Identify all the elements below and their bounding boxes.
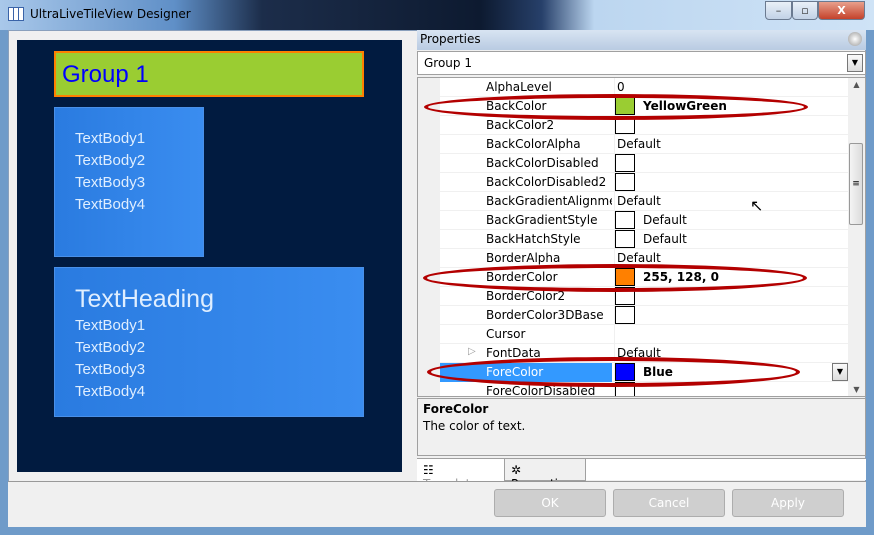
tile-text: TextBody2 [75,339,146,356]
scroll-down-icon[interactable]: ▼ [848,385,865,394]
tile-text: TextBody1 [75,130,146,147]
expand-arrow-icon[interactable]: ▷ [468,346,476,357]
property-name: Cursor [486,327,526,341]
group-header[interactable]: Group 1 [54,51,364,97]
row-gutter [418,135,440,154]
property-name: BackGradientAlignment [486,194,612,208]
property-name: BackGradientStyle [486,213,598,227]
property-grid-scrollbar[interactable]: ▲ ▼ [848,78,865,396]
tab-templates[interactable]: ☷ Templates [417,459,504,491]
property-value-text: Default [617,137,661,151]
forecolor-dropdown-button[interactable]: ▼ [832,363,848,381]
property-value[interactable]: Default [614,135,848,154]
properties-header: Properties [417,30,866,50]
highlight-oval [427,357,800,387]
row-gutter [418,173,440,192]
property-row[interactable]: BackColorDisabled2 [418,173,848,192]
property-name: BackColorDisabled2 [486,175,607,189]
mouse-cursor-icon: ↖ [750,196,764,215]
pin-icon[interactable] [848,32,862,46]
property-value-text: 0 [617,80,625,94]
property-value[interactable]: Default [614,211,848,230]
description-title: ForeColor [423,402,489,416]
tab-properties[interactable]: ✲ Properties [504,459,586,491]
close-button[interactable]: X [818,1,865,20]
chevron-down-icon[interactable]: ▼ [847,54,863,72]
color-swatch [615,306,635,324]
row-gutter [418,249,440,268]
highlight-oval [424,94,808,120]
tile-wide[interactable]: TextHeading TextBody1 TextBody2 TextBody… [54,267,364,417]
property-name: BackColor2 [486,118,555,132]
object-selector[interactable]: Group 1 ▼ [417,51,866,75]
row-gutter [418,382,440,396]
property-grid: AlphaLevel 0 BackColor YellowGreen BackColor… [417,77,866,397]
row-gutter [418,344,440,363]
row-gutter [418,116,440,135]
selected-object-value: Group 1 [424,56,472,70]
property-value[interactable] [614,306,848,325]
row-gutter [418,211,440,230]
property-row[interactable]: BorderColor3DBase [418,306,848,325]
property-row[interactable]: BackColorDisabled [418,154,848,173]
property-value-text: Default [617,194,661,208]
maximize-button[interactable]: ▫ [792,1,818,20]
property-name: BackColorAlpha [486,137,581,151]
property-value-text: Default [643,232,687,246]
tile-text: TextBody4 [75,196,146,213]
ok-button[interactable]: OK [494,489,606,517]
tile-small[interactable]: TextBody1 TextBody2 TextBody3 TextBody4 [54,107,204,257]
tile-text: TextBody3 [75,174,146,191]
color-swatch [615,230,635,248]
gear-icon: ✲ [511,463,522,477]
scrollbar-thumb[interactable]: ≡ [849,143,863,225]
property-row[interactable]: Cursor [418,325,848,344]
scroll-up-icon[interactable]: ▲ [848,80,865,89]
property-description: ForeColor The color of text. [417,398,866,456]
tile-text: TextBody4 [75,383,146,400]
properties-title: Properties [420,32,481,46]
tile-text: TextBody3 [75,361,146,378]
property-value[interactable] [614,173,848,192]
tile-text: TextBody1 [75,317,146,334]
property-value-text: Default [617,251,661,265]
minimize-button[interactable]: – [765,1,792,20]
row-gutter [418,78,440,97]
property-name: BorderColor3DBase [486,308,604,322]
description-text: The color of text. [423,419,526,433]
color-swatch [615,211,635,229]
property-row[interactable]: BackGradientAlignment Default [418,192,848,211]
property-row[interactable]: BackGradientStyle Default [418,211,848,230]
tile-text: TextBody2 [75,152,146,169]
cancel-button[interactable]: Cancel [613,489,725,517]
row-gutter [418,325,440,344]
row-gutter [418,192,440,211]
property-row[interactable]: BackColorAlpha Default [418,135,848,154]
panel-tabs: ☷ Templates ✲ Properties [417,458,866,491]
property-name: BackHatchStyle [486,232,581,246]
property-value[interactable] [614,154,848,173]
row-gutter [418,306,440,325]
property-value[interactable]: Default [614,192,848,211]
property-name: BorderAlpha [486,251,561,265]
color-swatch [615,173,635,191]
row-gutter [418,287,440,306]
property-name: AlphaLevel [486,80,552,94]
tile-heading: TextHeading [75,285,214,313]
property-value[interactable]: Default [614,230,848,249]
grid-icon: ☷ [423,463,434,477]
property-value-text: Default [643,213,687,227]
row-gutter [418,230,440,249]
property-name: BackColorDisabled [486,156,599,170]
app-grid-icon [8,7,24,21]
highlight-oval [423,264,807,292]
window-title: UltraLiveTileView Designer [30,7,191,21]
property-value[interactable] [614,325,848,344]
color-swatch [615,154,635,172]
property-row[interactable]: BackHatchStyle Default [418,230,848,249]
row-gutter [418,154,440,173]
apply-button[interactable]: Apply [732,489,844,517]
